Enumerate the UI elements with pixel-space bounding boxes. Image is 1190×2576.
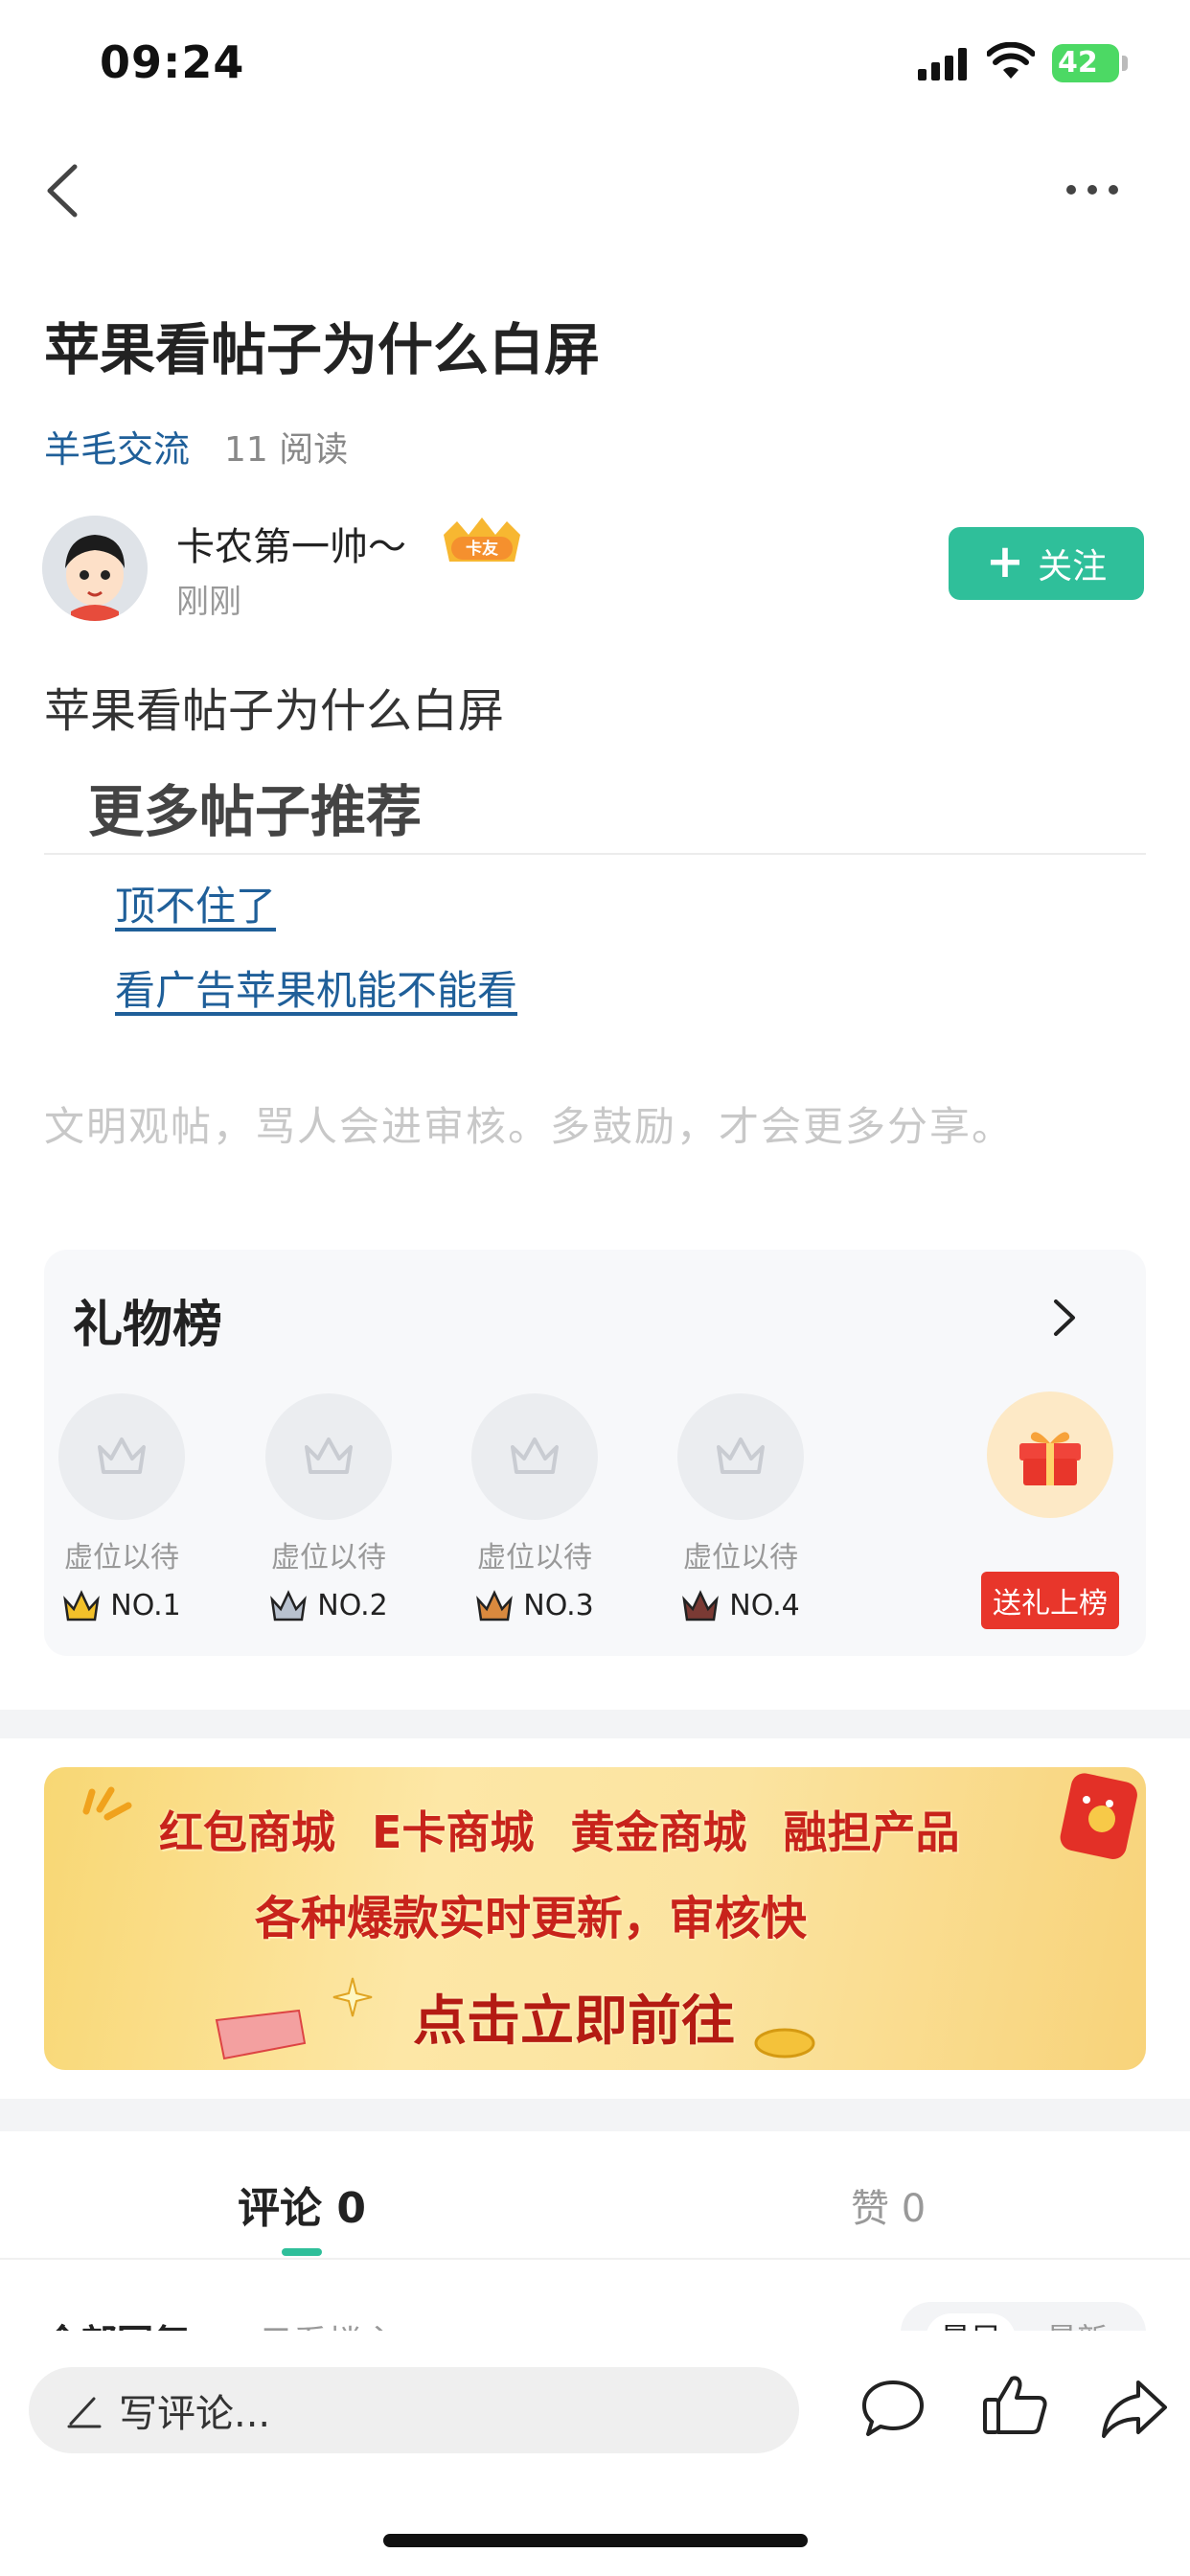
gift-rank-slot[interactable]: 虚位以待 NO.4 [669,1393,812,1622]
banner-subline: 各种爆款实时更新，审核快 [255,1892,808,1945]
more-options-button[interactable] [1064,172,1121,207]
star-sparkle-icon [332,1977,373,2017]
rank-number: NO.3 [523,1589,594,1622]
wifi-icon [987,42,1035,79]
tab-comments[interactable]: 评论 0 [238,2174,366,2235]
filter-op-only[interactable]: 只看楼主 [259,2315,397,2331]
filter-all-replies[interactable]: 全部回复 [44,2313,190,2331]
more-posts-heading: 更多帖子推荐 [88,779,423,844]
gift-box-button[interactable] [987,1392,1113,1518]
comment-filter-row: 全部回复 只看楼主 最早 最新 [0,2281,1190,2331]
ticket-icon [215,2009,307,2060]
gift-box-icon [1019,1432,1081,1485]
follow-label: 关注 [1038,547,1108,586]
tab-likes[interactable]: 赞 0 [851,2177,926,2233]
crown-placeholder-icon [717,1438,765,1474]
active-tab-indicator [282,2248,322,2256]
gift-board-title: 礼物榜 [73,1297,223,1354]
gift-rank-slot[interactable]: 虚位以待 NO.3 [463,1393,606,1622]
empty-slot-avatar [677,1393,804,1520]
banner-headline: 红包商城 E卡商城 黄金商城 融担产品 [159,1806,960,1858]
follow-button[interactable]: + 关注 [949,527,1144,600]
empty-slot-avatar [265,1393,392,1520]
badge-text: 卡友 [466,539,498,559]
home-indicator [383,2534,808,2547]
thumbs-up-icon[interactable] [981,2371,1048,2438]
section-separator [0,2099,1190,2131]
rank-number: NO.1 [110,1589,181,1622]
recommended-post-link[interactable]: 顶不住了 [115,874,276,932]
slot-label: 虚位以待 [64,1541,179,1575]
post-title: 苹果看帖子为什么白屏 [44,317,601,382]
promo-banner[interactable]: 红包商城 E卡商城 黄金商城 融担产品 各种爆款实时更新，审核快 点击立即前往 [44,1767,1146,2070]
rank-crown-icon [682,1589,720,1621]
empty-slot-avatar [471,1393,598,1520]
post-body: 苹果看帖子为什么白屏 [44,684,505,738]
post-time: 刚刚 [176,583,241,621]
share-arrow-icon[interactable] [1100,2377,1169,2440]
gift-rank-slot[interactable]: 虚位以待 NO.2 [257,1393,400,1622]
author-avatar[interactable] [42,516,148,621]
sparkle-rays-icon [82,1786,132,1821]
section-separator [0,1710,1190,1738]
send-gift-button[interactable]: 送礼上榜 [981,1572,1119,1629]
rank-number: NO.2 [317,1589,388,1622]
battery-icon: 42 [1052,44,1129,82]
crown-placeholder-icon [305,1438,353,1474]
chevron-right-icon[interactable] [1050,1296,1079,1340]
rank-crown-icon [270,1589,308,1621]
comment-placeholder: 写评论... [119,2392,271,2436]
rank-number: NO.4 [729,1589,800,1622]
slot-label: 虚位以待 [683,1541,798,1575]
comment-input[interactable]: 写评论... [29,2367,799,2453]
banner-cta: 点击立即前往 [413,1990,735,2053]
crown-placeholder-icon [511,1438,559,1474]
gold-coin-icon [754,2028,815,2058]
recommended-post-link[interactable]: 看广告苹果机能不能看 [115,958,517,1017]
gift-rank-slot[interactable]: 虚位以待 NO.1 [50,1393,194,1622]
crown-placeholder-icon [98,1438,146,1474]
divider [44,853,1146,855]
post-category-link[interactable]: 羊毛交流 [44,420,190,472]
slot-label: 虚位以待 [477,1541,592,1575]
divider [0,2258,1190,2260]
sort-earliest-option[interactable]: 最早 [926,2313,1016,2331]
slot-label: 虚位以待 [271,1541,386,1575]
pen-icon [67,2397,102,2428]
sort-newest-option[interactable]: 最新 [1046,2313,1108,2331]
community-notice: 文明观帖，骂人会进审核。多鼓励，才会更多分享。 [44,1103,1015,1150]
author-name[interactable]: 卡农第一帅～ [176,516,406,571]
battery-level: 42 [1052,44,1119,82]
gift-board: 礼物榜 虚位以待 NO.1 虚位以待 NO.2 虚位以待 NO.3 虚位以待 N… [44,1250,1146,1656]
status-time: 09:24 [100,36,245,88]
empty-slot-avatar [58,1393,185,1520]
comment-bubble-icon[interactable] [860,2377,926,2442]
crown-badge-icon: 卡友 [444,518,520,562]
rank-crown-icon [476,1589,514,1621]
avatar-image [42,516,148,621]
cellular-signal-icon [918,48,967,80]
plus-icon: + [985,535,1025,588]
red-envelope-mascot-icon [1060,1773,1137,1859]
sort-toggle: 最早 最新 [901,2302,1146,2331]
read-count: 11 阅读 [224,430,349,470]
rank-crown-icon [63,1589,101,1621]
back-button[interactable] [38,161,86,220]
